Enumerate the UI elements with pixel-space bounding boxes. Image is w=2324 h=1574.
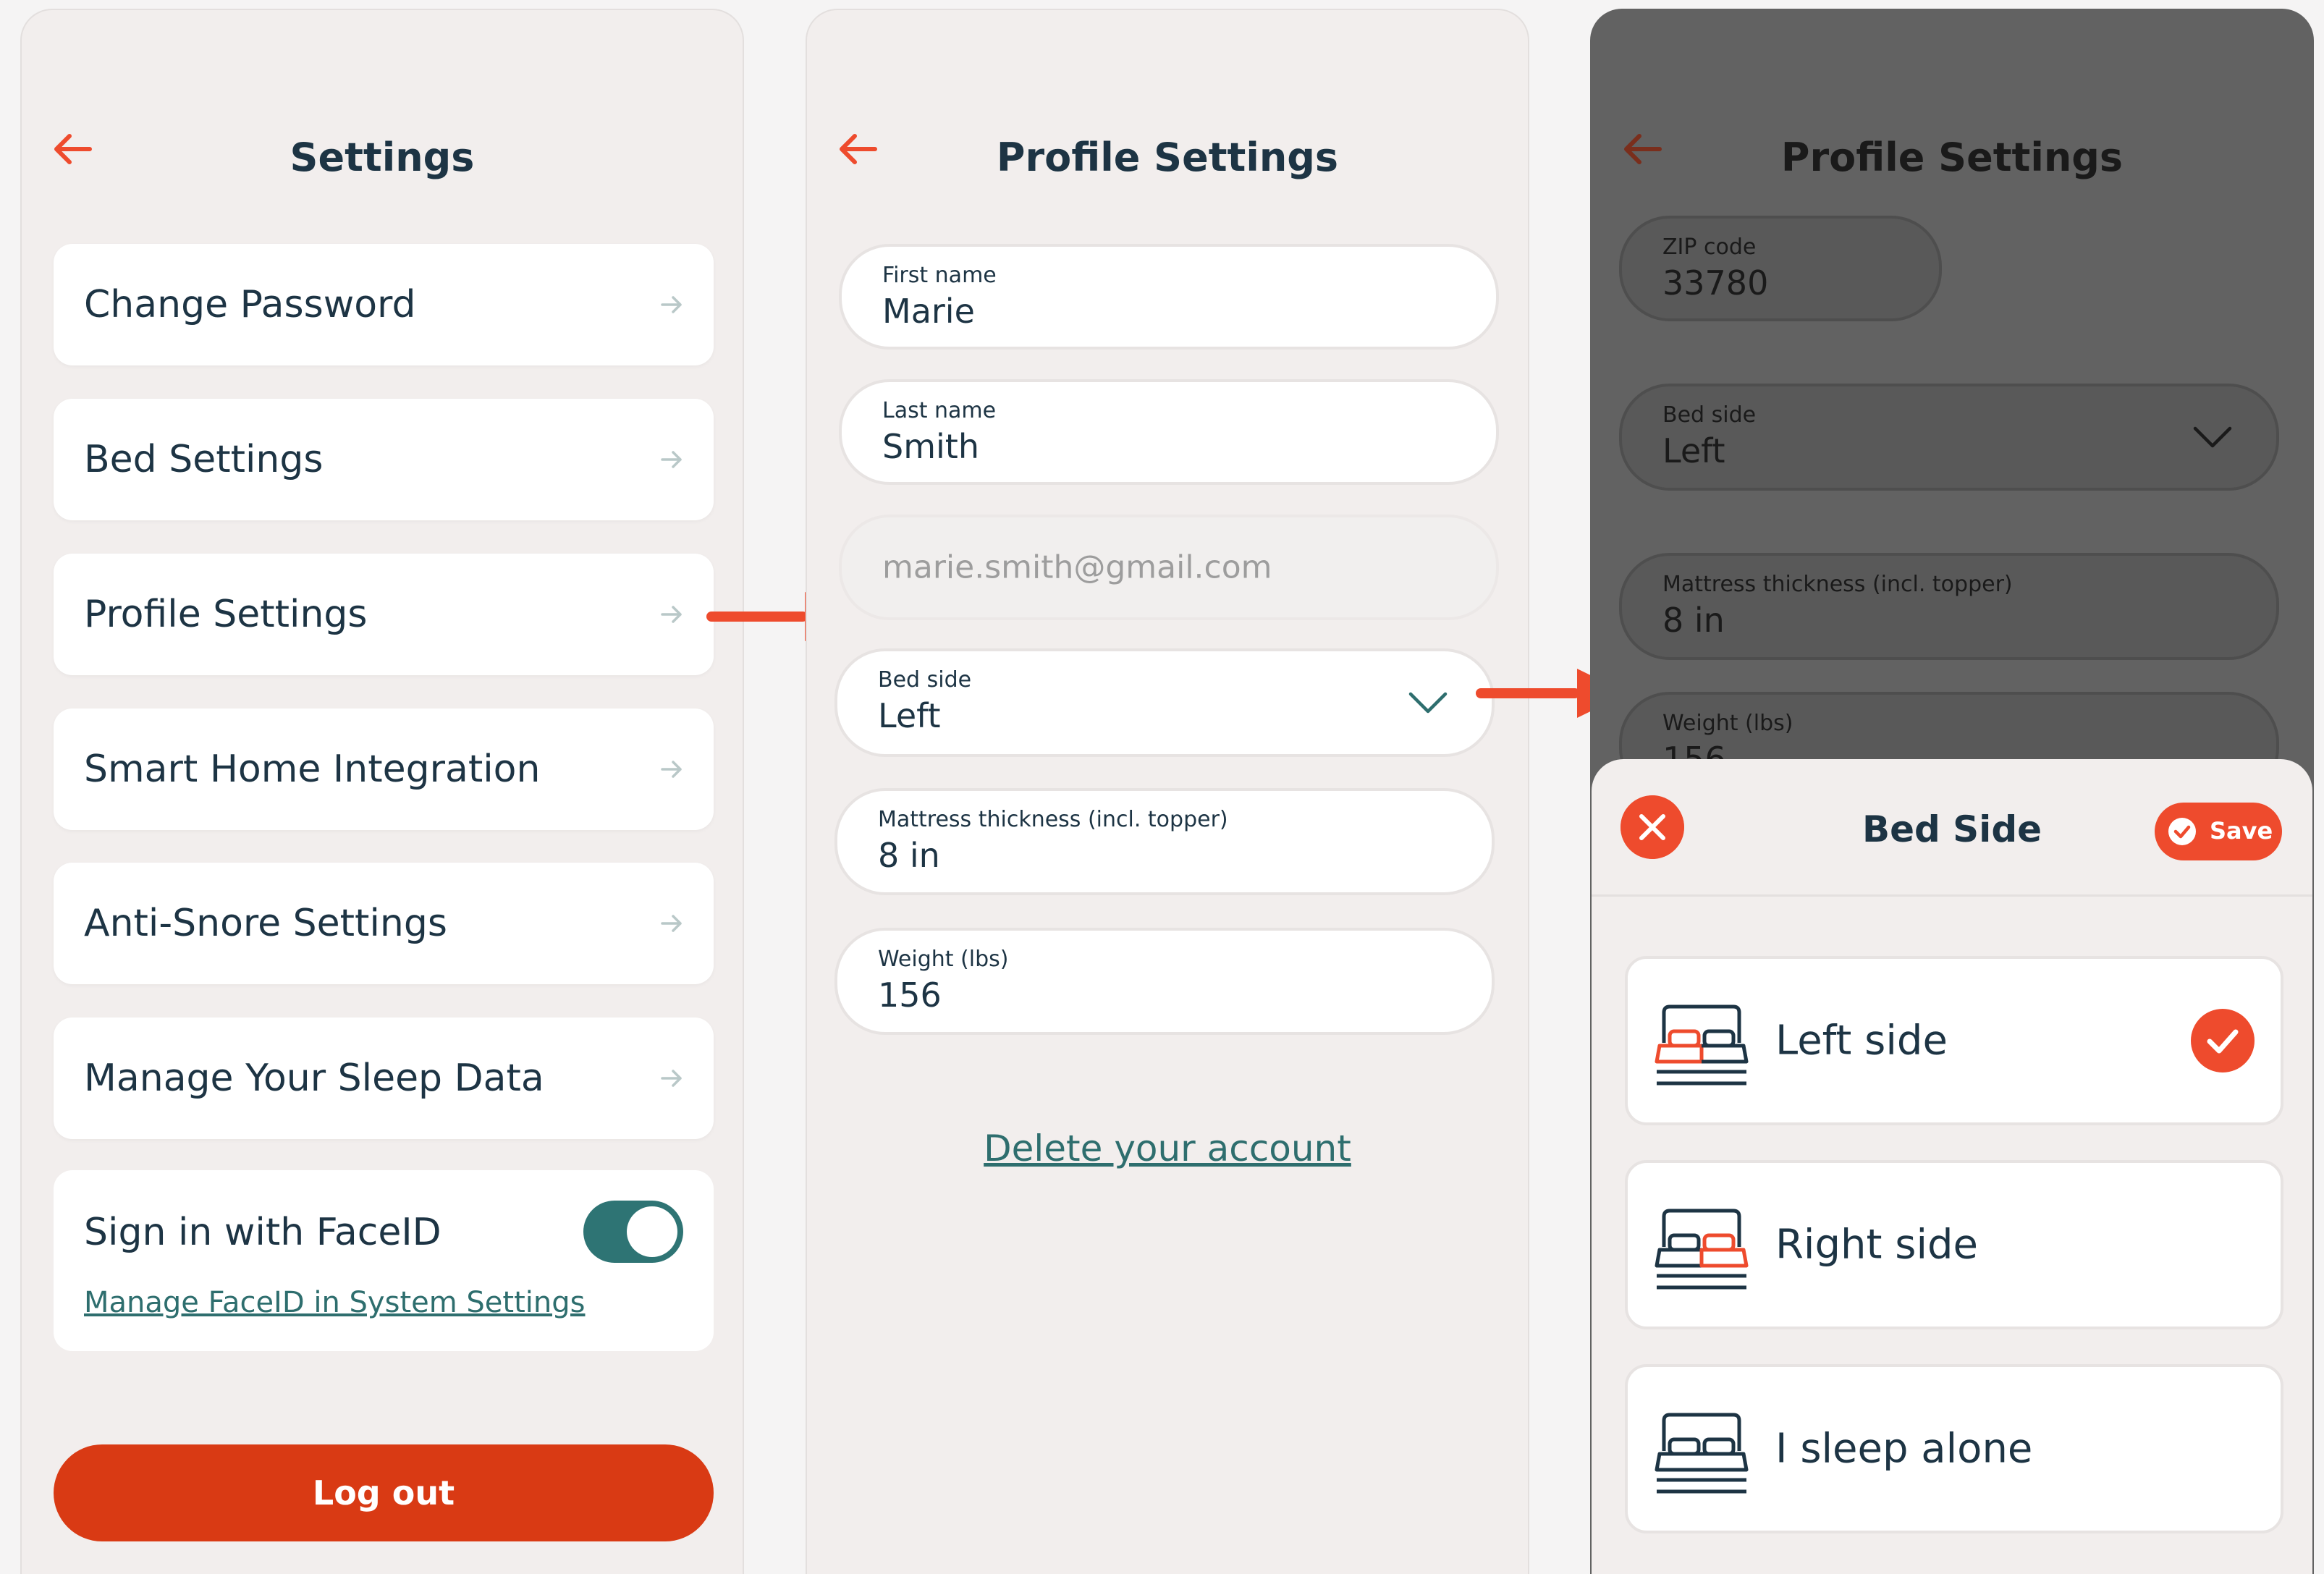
manage-faceid-link[interactable]: Manage FaceID in System Settings (84, 1286, 585, 1319)
arrow-right-icon (661, 606, 682, 623)
menu-item-change-password[interactable]: Change Password (54, 244, 714, 365)
menu-item-label: Profile Settings (84, 593, 368, 636)
bed-right-icon (1655, 1209, 1749, 1290)
last-name-label: Last name (882, 398, 997, 423)
bed-side-bottom-sheet: Bed Side Save Left side Right side I sle… (1592, 759, 2312, 1574)
weight-label: Weight (lbs) (1662, 711, 1793, 736)
menu-item-bed-settings[interactable]: Bed Settings (54, 399, 714, 520)
zip-value: 33780 (1662, 263, 1769, 302)
mattress-value: 8 in (1662, 601, 1725, 640)
menu-item-anti-snore[interactable]: Anti-Snore Settings (54, 863, 714, 984)
mattress-value: 8 in (878, 836, 940, 875)
option-label: Right side (1775, 1221, 1978, 1269)
menu-item-label: Change Password (84, 283, 416, 326)
zip-code-field: ZIP code 33780 (1619, 216, 1942, 321)
last-name-field[interactable]: Last name Smith (839, 379, 1499, 485)
delete-account-link[interactable]: Delete your account (807, 1127, 1528, 1169)
arrow-right-icon (661, 915, 682, 932)
weight-field[interactable]: Weight (lbs) 156 (834, 928, 1495, 1035)
menu-item-sleep-data[interactable]: Manage Your Sleep Data (54, 1017, 714, 1139)
page-title: Profile Settings (996, 135, 1339, 180)
weight-label: Weight (lbs) (878, 947, 1009, 972)
mattress-thickness-field[interactable]: Mattress thickness (incl. topper) 8 in (834, 788, 1495, 895)
arrow-right-icon (661, 451, 682, 468)
page-title: Settings (290, 135, 475, 180)
toggle-knob (627, 1206, 677, 1257)
menu-item-profile-settings[interactable]: Profile Settings (54, 554, 714, 675)
bed-side-label: Bed side (1662, 402, 1757, 428)
menu-item-label: Smart Home Integration (84, 748, 541, 791)
faceid-toggle[interactable] (583, 1201, 683, 1263)
menu-item-label: Bed Settings (84, 438, 324, 481)
menu-item-smart-home[interactable]: Smart Home Integration (54, 708, 714, 830)
first-name-value: Marie (882, 292, 975, 331)
last-name-value: Smith (882, 427, 979, 466)
option-sleep-alone[interactable]: I sleep alone (1625, 1364, 2283, 1533)
arrow-right-icon (661, 761, 682, 778)
bed-side-dropdown[interactable]: Bed side Left (834, 648, 1495, 757)
save-label: Save (2210, 817, 2273, 845)
check-circle-icon (2168, 818, 2196, 845)
menu-item-label: Anti-Snore Settings (84, 902, 447, 945)
bed-side-value: Left (1662, 431, 1725, 470)
option-label: Left side (1775, 1017, 1948, 1065)
profile-settings-screen: Profile Settings First name Marie Last n… (806, 9, 1529, 1574)
settings-screen: Settings Change Password Bed Settings Pr… (20, 9, 744, 1574)
zip-label: ZIP code (1662, 234, 1757, 260)
faceid-card: Sign in with FaceID Manage FaceID in Sys… (54, 1170, 714, 1351)
arrow-right-icon (661, 296, 682, 313)
option-left-side[interactable]: Left side (1625, 956, 2283, 1125)
logout-button[interactable]: Log out (54, 1444, 714, 1541)
sheet-header: Bed Side Save (1592, 759, 2312, 897)
bed-side-label: Bed side (878, 667, 972, 693)
bed-alone-icon (1655, 1413, 1749, 1494)
arrow-right-icon (661, 1070, 682, 1087)
bed-side-dropdown: Bed side Left (1619, 384, 2279, 491)
page-title: Profile Settings (1780, 135, 2124, 180)
mattress-thickness-field: Mattress thickness (incl. topper) 8 in (1619, 553, 2279, 660)
bed-side-value: Left (878, 696, 941, 735)
option-right-side[interactable]: Right side (1625, 1160, 2283, 1329)
email-placeholder: marie.smith@gmail.com (882, 549, 1272, 586)
chevron-down-icon (2193, 426, 2232, 448)
bed-side-screen: Profile Settings ZIP code 33780 Bed side… (1590, 9, 2314, 1574)
first-name-field[interactable]: First name Marie (839, 244, 1499, 350)
chevron-down-icon (1408, 692, 1448, 714)
bed-left-icon (1655, 1004, 1749, 1086)
email-field[interactable]: marie.smith@gmail.com (839, 515, 1499, 620)
faceid-label: Sign in with FaceID (84, 1211, 441, 1254)
mattress-label: Mattress thickness (incl. topper) (878, 807, 1228, 832)
menu-item-label: Manage Your Sleep Data (84, 1057, 544, 1100)
weight-value: 156 (878, 976, 942, 1015)
first-name-label: First name (882, 263, 997, 288)
selected-check-icon (2191, 1009, 2255, 1072)
mattress-label: Mattress thickness (incl. topper) (1662, 572, 2013, 597)
option-label: I sleep alone (1775, 1425, 2033, 1473)
save-button[interactable]: Save (2155, 803, 2282, 860)
